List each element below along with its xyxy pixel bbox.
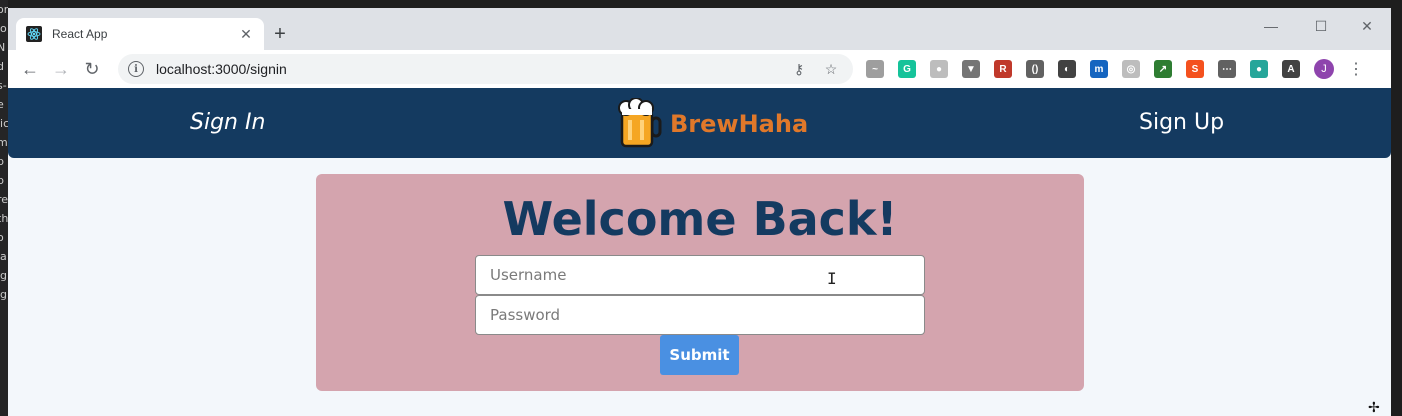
bookmark-star-icon[interactable]: ☆: [819, 61, 843, 78]
browser-toolbar: ← → ↻ i localhost:3000/signin ⚷ ☆ ~ G ● ▼ R (…: [8, 50, 1391, 88]
extensions-bar: ~ G ● ▼ R () ◐ m ◎ ↗ S ⋯ ● A J ⋮: [866, 59, 1364, 79]
tab-react-app[interactable]: React App ✕: [16, 18, 264, 50]
close-window-button[interactable]: ✕: [1344, 12, 1390, 40]
profile-avatar[interactable]: J: [1314, 59, 1334, 79]
tab-strip: React App ✕ + — ☐ ✕: [8, 8, 1391, 50]
tab-close-icon[interactable]: ✕: [238, 26, 254, 43]
editor-line-fragment: re: [0, 193, 8, 206]
password-input[interactable]: [475, 295, 925, 335]
beer-mug-icon: [618, 98, 662, 148]
site-info-icon[interactable]: i: [128, 61, 144, 77]
editor-line-fragment: io: [0, 22, 7, 35]
ext-7-icon[interactable]: ◐: [1058, 60, 1076, 78]
address-bar[interactable]: i localhost:3000/signin ⚷ ☆: [118, 54, 853, 84]
reload-button[interactable]: ↻: [78, 55, 106, 83]
editor-line-fragment: p: [0, 174, 4, 187]
username-input[interactable]: [475, 255, 925, 295]
ext-12-icon[interactable]: ⋯: [1218, 60, 1236, 78]
ext-5-icon[interactable]: R: [994, 60, 1012, 78]
editor-line-fragment: d: [0, 60, 4, 73]
ext-8-icon[interactable]: m: [1090, 60, 1108, 78]
grammarly-icon[interactable]: G: [898, 60, 916, 78]
nav-sign-up-link[interactable]: Sign Up: [1139, 110, 1224, 135]
editor-line-fragment: p: [0, 155, 4, 168]
editor-line-fragment: lic: [0, 117, 8, 130]
editor-line-fragment: or: [0, 3, 8, 16]
ext-6-icon[interactable]: (): [1026, 60, 1044, 78]
editor-line-fragment: N: [0, 41, 6, 54]
signin-card: Welcome Back! Submit: [316, 174, 1084, 391]
move-cursor-icon: ✢: [1368, 399, 1380, 415]
app-navbar: Sign In BrewHaha Sign Up: [8, 88, 1391, 158]
vue-devtools-icon[interactable]: ▼: [962, 60, 980, 78]
editor-line-fragment: la: [0, 250, 7, 263]
url-text[interactable]: localhost:3000/signin: [156, 61, 779, 77]
submit-button[interactable]: Submit: [660, 335, 739, 375]
editor-line-fragment: o: [0, 231, 4, 244]
ext-3-icon[interactable]: ●: [930, 60, 948, 78]
menu-kebab-icon[interactable]: ⋮: [1348, 59, 1364, 79]
brand[interactable]: BrewHaha: [616, 98, 808, 150]
browser-window: React App ✕ + — ☐ ✕ ← → ↻ i localhost:30…: [8, 8, 1391, 416]
ext-10-icon[interactable]: ↗: [1154, 60, 1172, 78]
new-tab-button[interactable]: +: [270, 24, 290, 44]
minimize-button[interactable]: —: [1248, 12, 1294, 40]
ext-14-icon[interactable]: A: [1282, 60, 1300, 78]
editor-line-fragment: e: [0, 98, 4, 111]
editor-line-fragment: s-: [0, 79, 7, 92]
ext-13-icon[interactable]: ●: [1250, 60, 1268, 78]
editor-line-fragment: m: [0, 136, 8, 149]
editor-line-fragment: ig: [0, 288, 8, 301]
ext-1-icon[interactable]: ~: [866, 60, 884, 78]
back-button[interactable]: ←: [16, 55, 44, 83]
nav-sign-in-link[interactable]: Sign In: [190, 110, 265, 135]
react-icon: [26, 26, 42, 42]
editor-side-panel: orioNds-elicmppretholaigig: [0, 0, 8, 416]
forward-button[interactable]: →: [47, 55, 75, 83]
text-cursor-icon: I: [827, 269, 837, 288]
key-icon[interactable]: ⚷: [787, 61, 811, 78]
page-title: Welcome Back!: [502, 192, 898, 246]
tab-title: React App: [52, 27, 108, 41]
ext-9-icon[interactable]: ◎: [1122, 60, 1140, 78]
editor-line-fragment: ig: [0, 269, 8, 282]
editor-line-fragment: th: [0, 212, 8, 225]
page-content: Sign In BrewHaha Sign Up Welcome Back! U…: [8, 88, 1391, 416]
brand-name: BrewHaha: [670, 110, 809, 138]
maximize-button[interactable]: ☐: [1298, 12, 1344, 40]
ext-11-icon[interactable]: S: [1186, 60, 1204, 78]
